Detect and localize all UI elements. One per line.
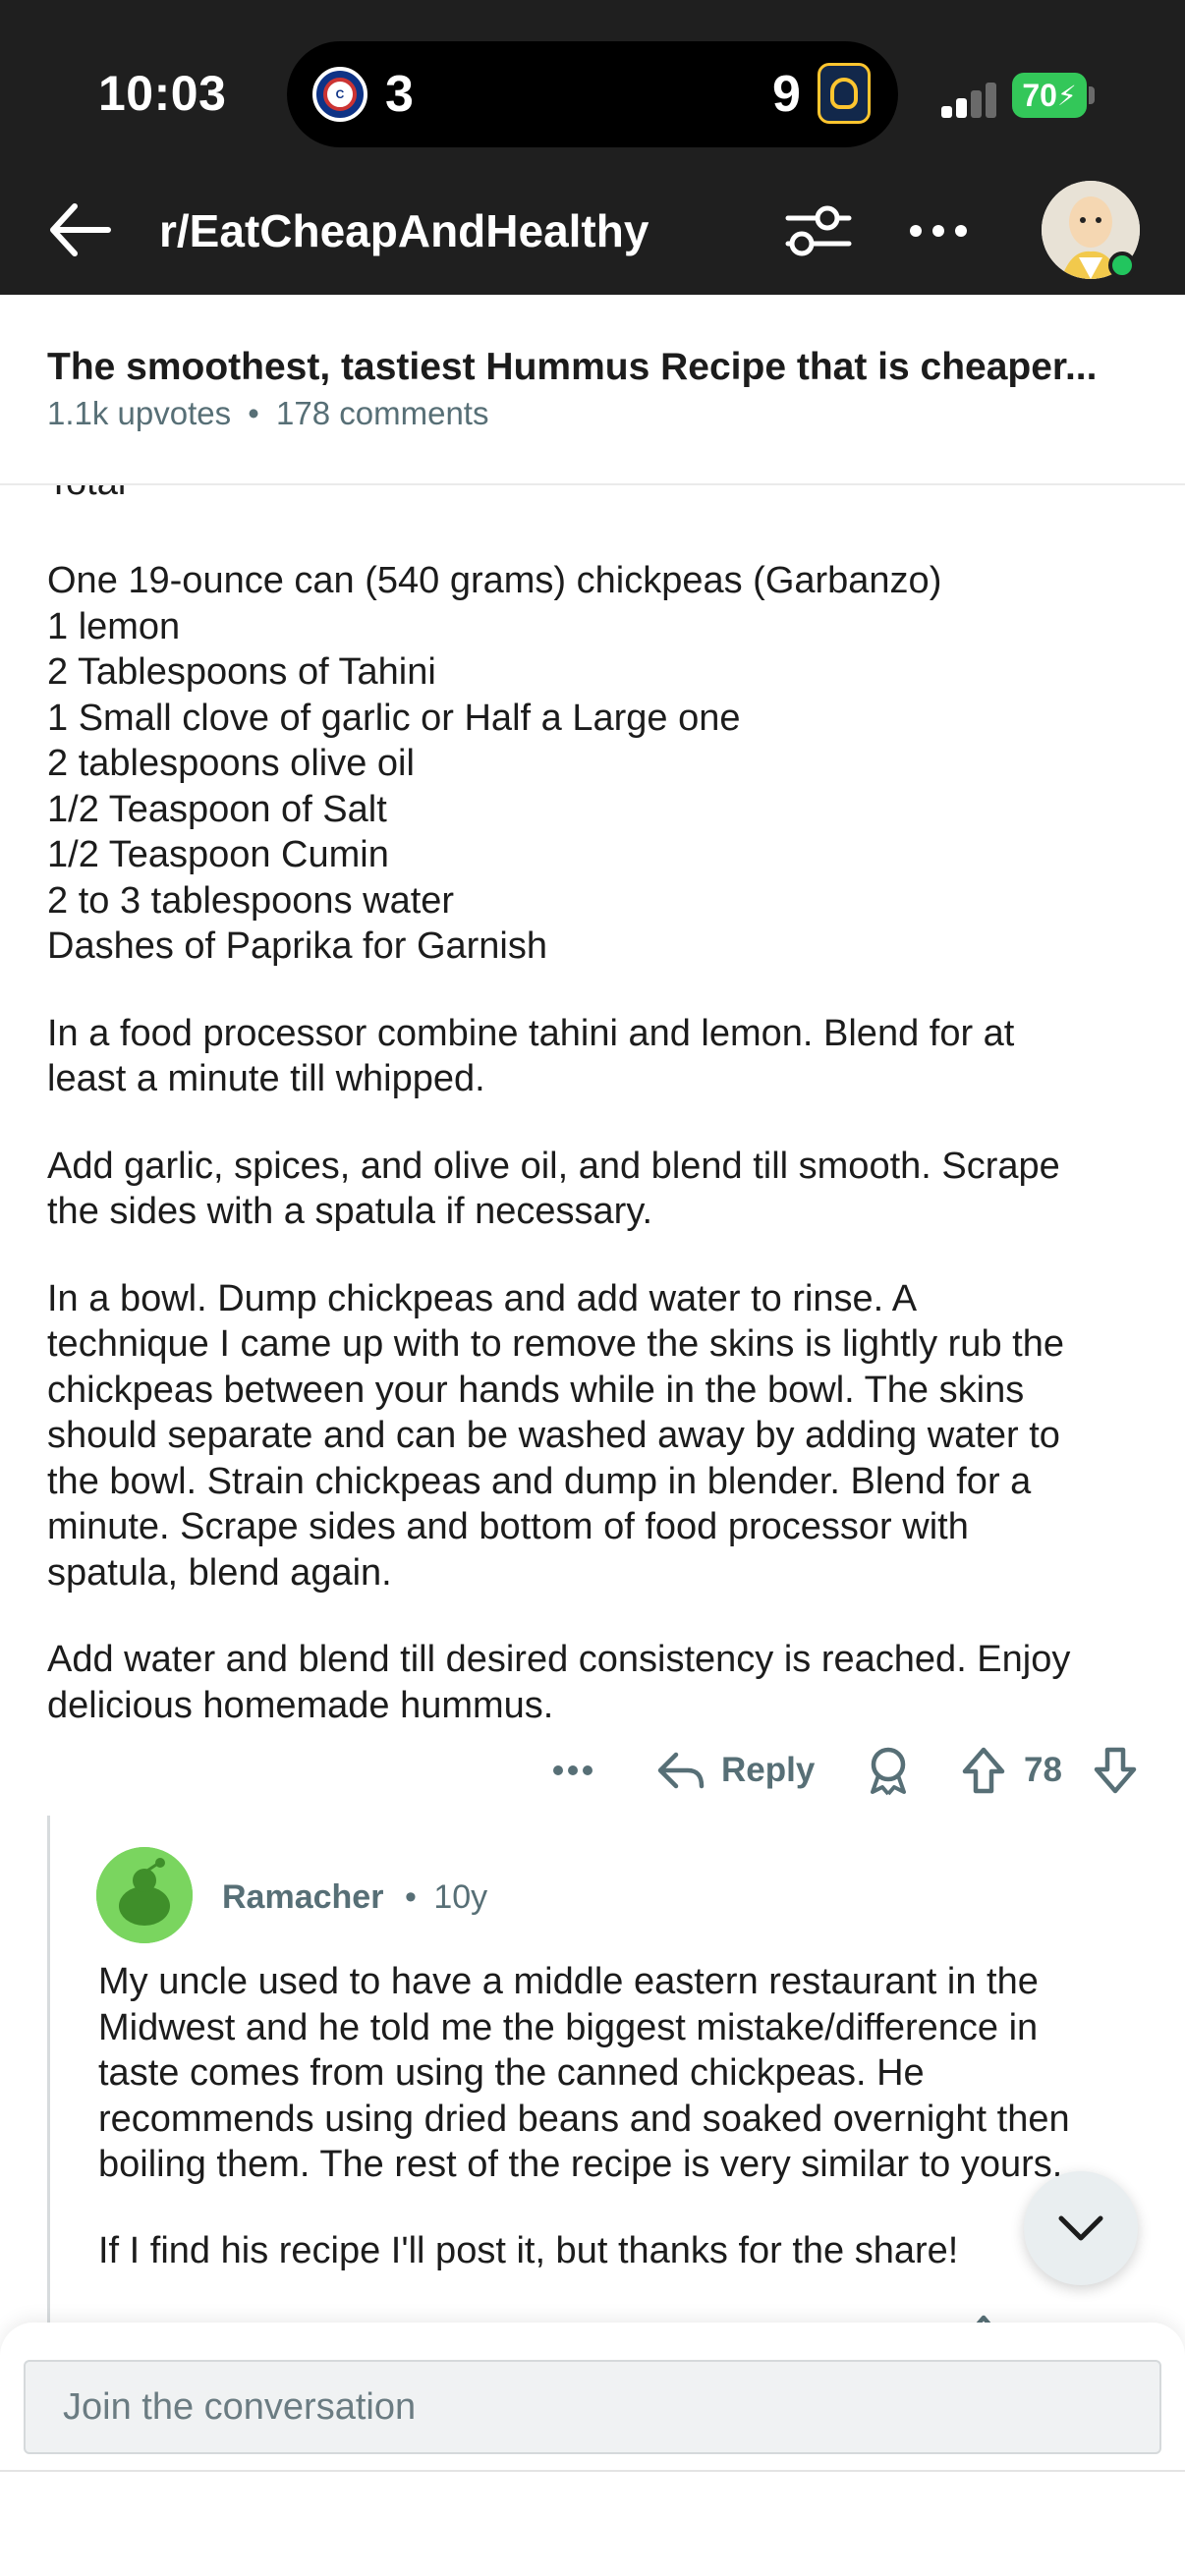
reply-more-icon[interactable] — [688, 2303, 733, 2323]
reply-label: Reply — [721, 1751, 816, 1789]
reply-button[interactable]: Reply — [656, 1735, 815, 1806]
post-comment-count: 178 comments — [276, 395, 489, 431]
vote-score: 78 — [1024, 1751, 1062, 1789]
battery-tip — [1089, 86, 1095, 104]
ingredient-item: 1/2 Teaspoon Cumin — [47, 834, 389, 875]
post-upvotes: 1.1k upvotes — [47, 395, 232, 431]
reply-body-second-para: If I find his recipe I'll post it, but t… — [98, 2230, 959, 2271]
ingredient-item: 2 Tablespoons of Tahini — [47, 651, 436, 693]
battery-icon: 70 ⚡ — [1012, 73, 1087, 118]
reply-author-avatar[interactable] — [96, 1847, 193, 1943]
compose-bar — [0, 2323, 1185, 2576]
more-options-icon[interactable] — [902, 195, 975, 267]
chevron-down-icon — [1058, 2215, 1103, 2241]
step-paragraph: Add water and blend till desired consist… — [47, 1639, 1071, 1726]
brewers-logo-icon — [818, 63, 871, 124]
award-icon[interactable] — [865, 1735, 912, 1806]
cellular-signal-icon — [941, 79, 1000, 118]
reply-vote-score: 53 — [1024, 2303, 1062, 2323]
reply-arrow-icon — [657, 1752, 705, 1789]
right-team-score: 9 — [772, 66, 801, 123]
step-paragraph: Add garlic, spices, and olive oil, and b… — [47, 1145, 1060, 1233]
step-paragraph: In a bowl. Dump chickpeas and add water … — [47, 1277, 1064, 1594]
reply-author-name[interactable]: Ramacher — [222, 1878, 383, 1917]
sort-filter-icon[interactable] — [782, 195, 855, 267]
ingredient-item: One 19-ounce can (540 grams) chickpeas (… — [47, 560, 942, 601]
comment-cut-line: Total — [47, 485, 1157, 506]
left-team-score: 3 — [385, 66, 414, 123]
ingredient-list: One 19-ounce can (540 grams) chickpeas (… — [47, 558, 1157, 970]
meta-separator: • — [248, 395, 259, 431]
step-paragraph: In a food processor combine tahini and l… — [47, 1012, 1015, 1100]
comment-actions: Reply 78 — [550, 1735, 1159, 1806]
dynamic-island-live-score[interactable]: C 3 9 — [287, 41, 898, 147]
post-title[interactable]: The smoothest, tastiest Hummus Recipe th… — [47, 346, 1097, 389]
reply-timestamp: 10y — [433, 1878, 488, 1916]
reply-upvote-icon[interactable] — [961, 2303, 1006, 2323]
back-arrow-icon[interactable] — [43, 193, 118, 267]
reply-age: • 10y — [405, 1878, 487, 1917]
upvote-icon[interactable] — [961, 1735, 1006, 1806]
reply-body: My uncle used to have a middle eastern r… — [98, 1961, 1070, 2185]
join-conversation-input[interactable] — [24, 2360, 1161, 2454]
next-comment-button[interactable] — [1024, 2171, 1138, 2285]
ingredient-item: 1 Small clove of garlic or Half a Large … — [47, 697, 741, 739]
post-header[interactable]: The smoothest, tastiest Hummus Recipe th… — [0, 295, 1185, 485]
online-status-dot — [1108, 252, 1136, 279]
ingredient-item: 2 tablespoons olive oil — [47, 743, 415, 784]
post-meta: 1.1k upvotes • 178 comments — [47, 395, 488, 432]
ingredient-item: 2 to 3 tablespoons water — [47, 879, 455, 922]
ingredient-item: 1 lemon — [47, 605, 181, 647]
ingredient-item: Dashes of Paprika for Garnish — [47, 925, 548, 967]
comment-body: One 19-ounce can (540 grams) chickpeas (… — [47, 558, 1157, 1769]
status-time: 10:03 — [98, 66, 227, 121]
battery-level: 70 — [1022, 77, 1057, 113]
subreddit-name[interactable]: r/EatCheapAndHealthy — [159, 204, 649, 257]
cubs-logo-icon: C — [312, 67, 367, 122]
comment-thread[interactable]: Total One 19-ounce can (540 grams) chick… — [0, 485, 1185, 2323]
downvote-icon[interactable] — [1093, 1735, 1138, 1806]
comment-more-icon[interactable] — [550, 1735, 609, 1806]
reply-actions: 53 — [550, 2303, 1159, 2323]
top-bar: 10:03 C 3 9 70 ⚡ r/EatCheapAndHealthy — [0, 0, 1185, 295]
compose-divider — [0, 2470, 1185, 2472]
ingredient-item: 1/2 Teaspoon of Salt — [47, 788, 387, 830]
thread-indent-line[interactable] — [47, 1816, 50, 2323]
reply-separator: • — [405, 1878, 417, 1916]
